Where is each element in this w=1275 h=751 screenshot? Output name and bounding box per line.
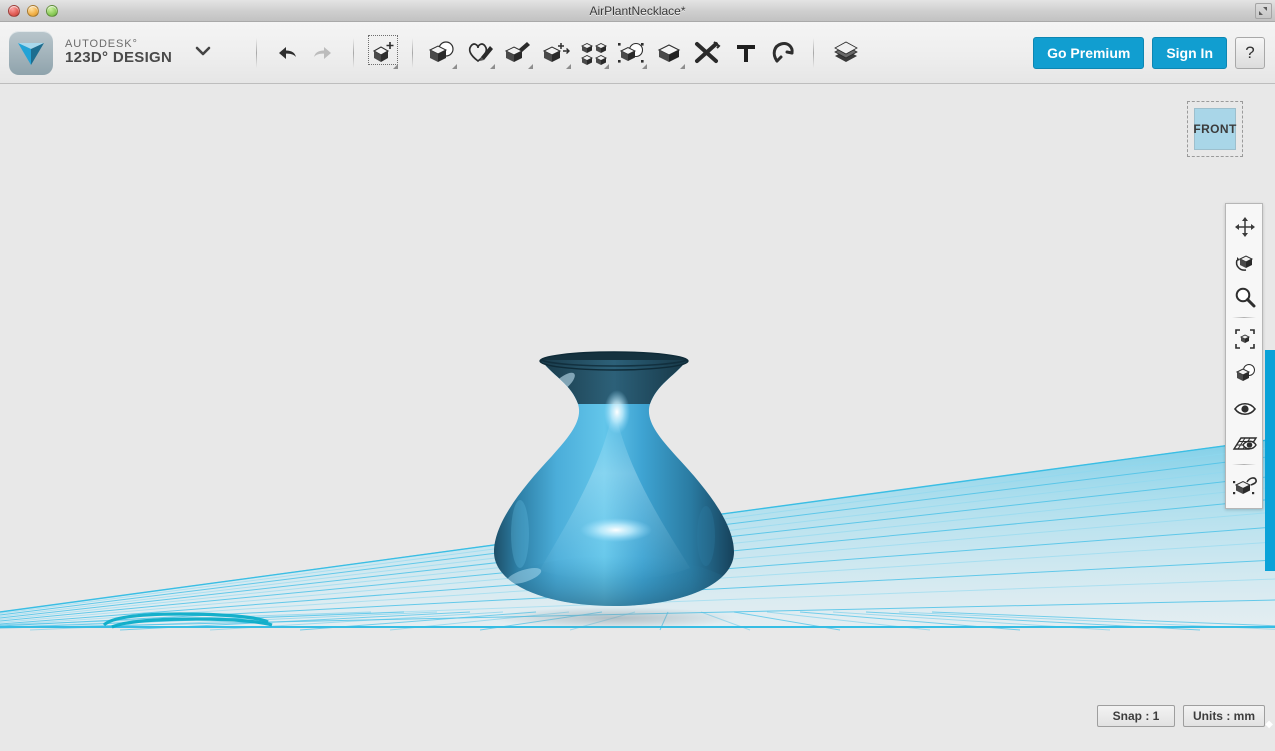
grouping-tool[interactable]	[613, 31, 651, 75]
right-panel-edge[interactable]: ◆	[1265, 350, 1275, 730]
toolbar-right-group: Go Premium Sign In ?	[1033, 36, 1275, 69]
transform-tool[interactable]	[364, 31, 402, 75]
chevron-down-icon	[642, 63, 648, 69]
brand-text: AUTODESK° 123D° DESIGN	[65, 38, 172, 67]
go-premium-button[interactable]: Go Premium	[1033, 36, 1145, 69]
chevron-down-icon	[680, 63, 686, 69]
snap-indicator[interactable]: Snap : 1	[1096, 705, 1175, 727]
pattern-tool[interactable]	[575, 31, 613, 75]
chevron-down-icon	[490, 63, 496, 69]
chevron-down-icon	[528, 63, 534, 69]
chevron-down-icon[interactable]	[194, 44, 212, 62]
combine-tool[interactable]	[651, 31, 689, 75]
autodesk-123d-logo-icon	[9, 30, 53, 75]
help-button[interactable]: ?	[1235, 36, 1265, 69]
view-style-tool[interactable]	[1226, 356, 1264, 391]
window-controls	[0, 4, 58, 17]
chevron-down-icon	[393, 63, 399, 69]
zoom-tool[interactable]	[1226, 279, 1264, 314]
app-window: AirPlantNecklace* AUTODESK° 123D° DESIGN	[0, 0, 1275, 751]
view-cube-shaded-icon	[1235, 363, 1255, 381]
snap-tool[interactable]	[765, 31, 803, 75]
brand-area: AUTODESK° 123D° DESIGN	[0, 30, 212, 75]
status-bar: Snap : 1 Units : mm	[1096, 705, 1265, 727]
undo-button[interactable]	[267, 31, 305, 75]
chevron-down-icon	[452, 63, 458, 69]
orbit-tool[interactable]	[1226, 244, 1264, 279]
fit-tool[interactable]	[1226, 321, 1264, 356]
sign-in-button[interactable]: Sign In	[1152, 36, 1227, 69]
panel-collapse-handle[interactable]: ◆	[1265, 720, 1273, 730]
title-bar: AirPlantNecklace*	[0, 0, 1275, 22]
visibility-tool[interactable]	[1226, 391, 1264, 426]
ground-grid	[0, 351, 1275, 631]
redo-button[interactable]	[305, 31, 343, 75]
eye-icon	[1234, 402, 1256, 415]
units-indicator[interactable]: Units : mm	[1182, 705, 1265, 727]
grid-display-tool[interactable]	[1226, 426, 1264, 461]
brand-line-2: 123D° DESIGN	[65, 49, 173, 67]
primitives-tool[interactable]	[423, 31, 461, 75]
grid-eye-icon	[1232, 436, 1258, 450]
orbit-cube-icon	[1235, 254, 1254, 271]
main-toolbar: AUTODESK° 123D° DESIGN Go Premium Sign I…	[0, 22, 1275, 84]
toolbar-separator	[353, 37, 355, 68]
modify-tool[interactable]	[537, 31, 575, 75]
3d-viewport[interactable]: FRONT ◆ Snap: 1 Units: mm	[0, 84, 1275, 751]
navigation-toolbar	[1225, 203, 1263, 509]
chevron-down-icon	[566, 63, 572, 69]
toolbar-separator	[256, 37, 258, 68]
minimize-button[interactable]	[27, 4, 39, 17]
window-title: AirPlantNecklace*	[589, 3, 686, 18]
close-button[interactable]	[8, 4, 20, 17]
pan-tool[interactable]	[1226, 209, 1264, 244]
toolbar-separator	[412, 37, 414, 68]
toolbar-separator	[813, 37, 815, 68]
paint-cube-icon	[1233, 476, 1257, 494]
nav-divider	[1232, 464, 1256, 465]
view-cube-face-label[interactable]: FRONT	[1193, 108, 1236, 150]
materials-tool[interactable]	[824, 31, 868, 75]
pan-arrows-icon	[1235, 216, 1255, 237]
view-cube[interactable]: FRONT	[1187, 101, 1247, 161]
sketch-tool[interactable]	[461, 31, 499, 75]
fit-to-window-icon	[1235, 328, 1255, 349]
chevron-down-icon	[604, 63, 610, 69]
resize-icon[interactable]	[1255, 3, 1272, 19]
material-paint-tool[interactable]	[1226, 468, 1264, 503]
maximize-button[interactable]	[46, 4, 58, 17]
nav-divider	[1232, 317, 1256, 318]
magnifier-icon	[1235, 287, 1256, 307]
measure-tool[interactable]	[689, 31, 727, 75]
construct-tool[interactable]	[499, 31, 537, 75]
text-tool[interactable]	[727, 31, 765, 75]
